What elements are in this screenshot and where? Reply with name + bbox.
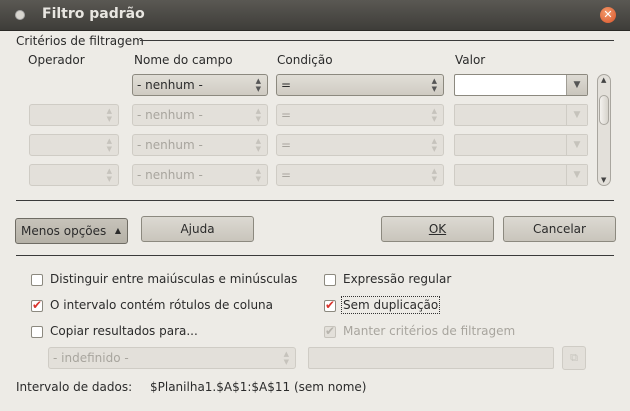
updown-arrows-icon: ▲ ▼ [106, 107, 112, 123]
shrink-icon: ⧉ [570, 351, 578, 364]
field-select-1-value: - nenhum - [137, 78, 203, 92]
field-select-3-value: - nenhum - [137, 138, 203, 152]
case-sensitive-checkbox[interactable] [31, 274, 43, 286]
shrink-dialog-button[interactable]: ⧉ [562, 346, 586, 370]
condition-select-2-value: = [281, 108, 292, 122]
scroll-up-icon[interactable]: ▲ [601, 76, 606, 84]
dropdown-arrow-icon[interactable]: ▼ [566, 105, 587, 125]
criteria-section-title: Critérios de filtragem [16, 34, 144, 48]
ok-label: OK [428, 222, 447, 236]
updown-arrows-icon: ▲ ▼ [431, 137, 437, 153]
value-combo-3[interactable]: ▼ [454, 134, 588, 156]
less-options-label: Menos opções [21, 224, 107, 238]
data-range-label: Intervalo de dados: [16, 380, 133, 394]
updown-arrows-icon: ▲ ▼ [255, 167, 261, 183]
updown-arrows-icon: ▲ ▼ [255, 137, 261, 153]
regex-label[interactable]: Expressão regular [343, 272, 451, 286]
operator-select-2[interactable]: ▲ ▼ [29, 104, 119, 126]
updown-arrows-icon: ▲ ▼ [431, 167, 437, 183]
help-label: Ajuda [180, 222, 215, 236]
field-select-2-value: - nenhum - [137, 108, 203, 122]
options-divider [16, 255, 614, 256]
window-title: Filtro padrão [42, 6, 145, 22]
cancel-label: Cancelar [533, 222, 586, 236]
scroll-thumb[interactable] [599, 95, 609, 125]
close-icon[interactable]: ✕ [600, 7, 616, 23]
updown-arrows-icon: ▲ ▼ [283, 350, 289, 366]
updown-arrows-icon: ▲ ▼ [431, 77, 437, 93]
condition-select-2[interactable]: = ▲ ▼ [276, 104, 444, 126]
copy-results-label[interactable]: Copiar resultados para... [50, 324, 198, 338]
header-field-name: Nome do campo [134, 53, 233, 67]
collapse-arrows-icon: ▲ [114, 226, 121, 235]
copy-target-input[interactable] [308, 347, 554, 369]
operator-select-4[interactable]: ▲ ▼ [29, 164, 119, 186]
header-condition: Condição [277, 53, 333, 67]
field-select-3[interactable]: - nenhum - ▲ ▼ [132, 134, 268, 156]
updown-arrows-icon: ▲ ▼ [106, 167, 112, 183]
updown-arrows-icon: ▲ ▼ [255, 107, 261, 123]
no-duplicates-label[interactable]: Sem duplicação [340, 296, 441, 314]
criteria-scrollbar[interactable]: ▲ ▼ [597, 74, 611, 186]
copy-target-select-value: - indefinido - [53, 351, 129, 365]
condition-select-3[interactable]: = ▲ ▼ [276, 134, 444, 156]
dialog-window: Filtro padrão ✕ Critérios de filtragem O… [0, 0, 630, 411]
no-duplicates-checkbox[interactable] [324, 298, 336, 312]
field-select-2[interactable]: - nenhum - ▲ ▼ [132, 104, 268, 126]
header-value: Valor [455, 53, 486, 67]
condition-select-3-value: = [281, 138, 292, 152]
value-combo-1[interactable]: ▼ [454, 74, 588, 96]
data-range-value: $Planilha1.$A$1:$A$11 (sem nome) [150, 380, 367, 394]
copy-results-checkbox[interactable] [31, 326, 43, 338]
dropdown-arrow-icon[interactable]: ▼ [566, 165, 587, 185]
operator-select-3[interactable]: ▲ ▼ [29, 134, 119, 156]
dropdown-arrow-icon[interactable]: ▼ [566, 135, 587, 155]
ok-button[interactable]: OK [381, 216, 494, 242]
scroll-down-icon[interactable]: ▼ [601, 176, 606, 184]
condition-select-4[interactable]: = ▲ ▼ [276, 164, 444, 186]
less-options-button[interactable]: Menos opções ▲ [15, 218, 128, 244]
buttons-divider [16, 200, 614, 201]
cancel-button[interactable]: Cancelar [503, 216, 616, 242]
section-divider [140, 40, 614, 41]
updown-arrows-icon: ▲ ▼ [106, 137, 112, 153]
contains-headers-checkbox[interactable] [31, 298, 43, 312]
condition-select-1-value: = [281, 78, 292, 92]
field-select-4-value: - nenhum - [137, 168, 203, 182]
title-bar[interactable]: Filtro padrão ✕ [0, 0, 630, 31]
condition-select-4-value: = [281, 168, 292, 182]
keep-criteria-label[interactable]: Manter critérios de filtragem [343, 324, 515, 338]
keep-criteria-checkbox[interactable] [324, 324, 336, 338]
value-combo-4[interactable]: ▼ [454, 164, 588, 186]
case-sensitive-label[interactable]: Distinguir entre maiúsculas e minúsculas [50, 272, 297, 286]
regex-checkbox[interactable] [324, 274, 336, 286]
contains-headers-label[interactable]: O intervalo contém rótulos de coluna [50, 298, 273, 312]
copy-target-select[interactable]: - indefinido - ▲ ▼ [48, 347, 296, 369]
updown-arrows-icon: ▲ ▼ [255, 77, 261, 93]
window-menu-icon[interactable] [15, 10, 25, 20]
field-select-4[interactable]: - nenhum - ▲ ▼ [132, 164, 268, 186]
value-combo-2[interactable]: ▼ [454, 104, 588, 126]
field-select-1[interactable]: - nenhum - ▲ ▼ [132, 74, 268, 96]
header-operator: Operador [28, 53, 85, 67]
dropdown-arrow-icon[interactable]: ▼ [566, 75, 587, 95]
help-button[interactable]: Ajuda [141, 216, 254, 242]
updown-arrows-icon: ▲ ▼ [431, 107, 437, 123]
condition-select-1[interactable]: = ▲ ▼ [276, 74, 444, 96]
